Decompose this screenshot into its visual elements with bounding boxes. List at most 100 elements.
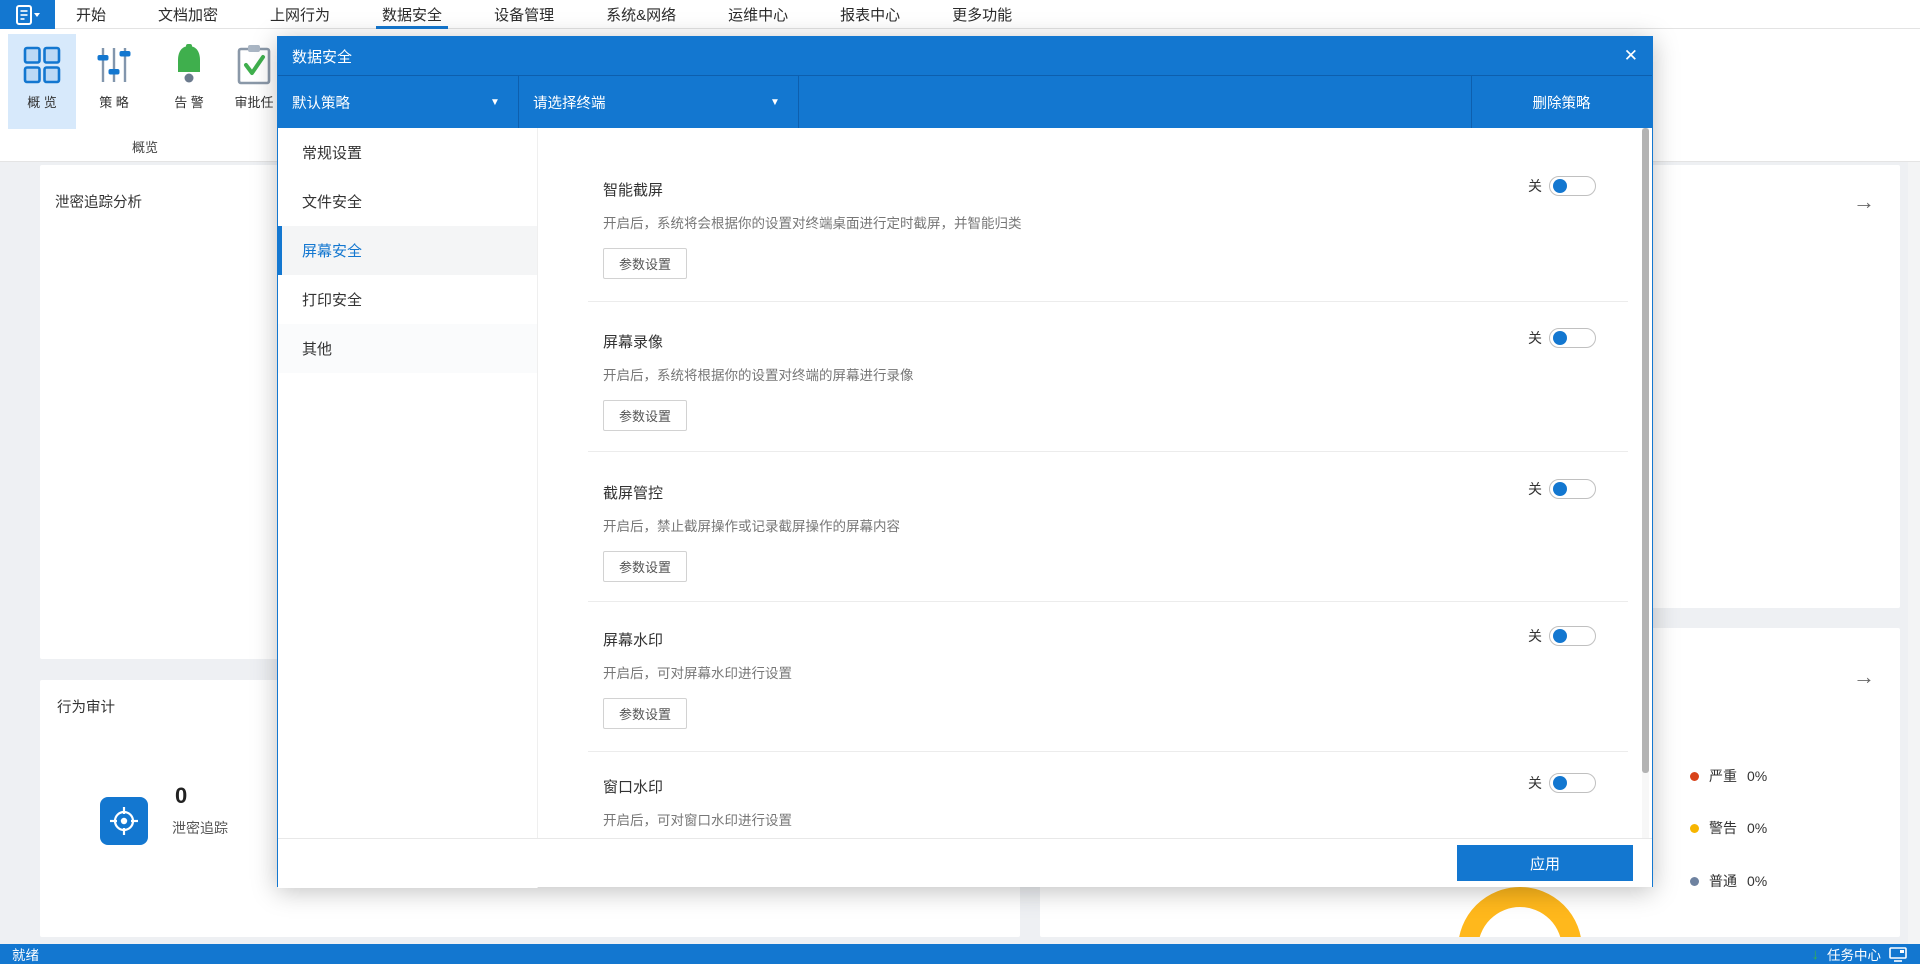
chevron-down-icon: ▼ (770, 97, 780, 108)
scrollbar-thumb[interactable] (1642, 128, 1649, 773)
ribbon-button-alert[interactable]: 告 警 (157, 34, 221, 129)
setting-description: 开启后，可对窗口水印进行设置 (603, 813, 792, 828)
menu-item-start[interactable]: 开始 (70, 0, 112, 29)
window-watermark-toggle[interactable] (1549, 773, 1596, 793)
dialog-footer: 应用 (278, 838, 1652, 887)
ribbon-button-label: 告 警 (174, 95, 204, 110)
legend-label: 警告 (1709, 820, 1737, 836)
toggle-knob (1553, 179, 1567, 193)
arrow-icon[interactable]: → (1853, 191, 1875, 213)
sidebar-item-file-security[interactable]: 文件安全 (278, 177, 537, 226)
setting-description: 开启后，系统将会根据你的设置对终端桌面进行定时截屏，并智能归类 (603, 216, 1022, 231)
toggle-knob (1553, 482, 1567, 496)
setting-description: 开启后，禁止截屏操作或记录截屏操作的屏幕内容 (603, 519, 900, 534)
setting-section-smart-screenshot: 智能截屏 开启后，系统将会根据你的设置对终端桌面进行定时截屏，并智能归类 参数设… (603, 179, 1612, 279)
leak-trace-count-label: 泄密追踪 (172, 820, 228, 836)
section-divider (588, 301, 1628, 302)
toggle-state-label: 关 (1528, 481, 1542, 497)
legend-item-normal: 普通 0% (1690, 871, 1767, 891)
toggle-row: 关 (1528, 626, 1596, 646)
screen-watermark-toggle[interactable] (1549, 626, 1596, 646)
arrow-icon[interactable]: → (1853, 666, 1875, 688)
legend-label: 严重 (1709, 768, 1737, 784)
sidebar-item-other[interactable]: 其他 (278, 324, 537, 373)
menu-item-doc-encrypt[interactable]: 文档加密 (152, 0, 224, 29)
toggle-row: 关 (1528, 479, 1596, 499)
app-window: 开始 文档加密 上网行为 数据安全 设备管理 系统&网络 运维中心 报表中心 更… (0, 0, 1920, 964)
legend-value: 0% (1747, 820, 1768, 836)
setting-section-window-watermark: 窗口水印 开启后，可对窗口水印进行设置 (603, 776, 1612, 829)
ribbon-button-overview[interactable]: 概 览 (8, 34, 76, 129)
dialog-title: 数据安全 (292, 48, 353, 66)
terminal-dropdown-placeholder: 请选择终端 (533, 96, 606, 112)
toggle-state-label: 关 (1528, 178, 1542, 194)
dialog-content: 智能截屏 开启后，系统将会根据你的设置对终端桌面进行定时截屏，并智能归类 参数设… (538, 128, 1652, 838)
status-bar: 就绪 ↓ 任务中心 (0, 944, 1920, 964)
menu-bar: 开始 文档加密 上网行为 数据安全 设备管理 系统&网络 运维中心 报表中心 更… (0, 0, 1920, 29)
toolbar-divider (798, 76, 799, 129)
menu-item-ops-center[interactable]: 运维中心 (722, 0, 794, 29)
data-security-dialog: 数据安全 ✕ 默认策略 ▼ 请选择终端 ▼ 删除策略 常规设置 文件安全 屏幕安… (277, 36, 1653, 888)
leak-trace-target-icon (100, 797, 148, 845)
policy-dropdown-value: 默认策略 (292, 96, 350, 112)
screenshot-control-toggle[interactable] (1549, 479, 1596, 499)
legend-value: 0% (1747, 873, 1768, 889)
severe-dot-icon (1690, 771, 1699, 781)
modal-scrollbar[interactable] (1642, 128, 1649, 838)
screen-recording-toggle[interactable] (1549, 328, 1596, 348)
toggle-row: 关 (1528, 773, 1596, 793)
chevron-down-icon: ▼ (490, 97, 500, 108)
ribbon-button-label: 策 略 (99, 95, 129, 110)
param-settings-button[interactable]: 参数设置 (603, 248, 688, 279)
ribbon-button-label: 审批任 (234, 95, 274, 110)
terminal-dropdown[interactable]: 请选择终端 ▼ (519, 76, 798, 129)
toggle-row: 关 (1528, 328, 1596, 348)
param-settings-button[interactable]: 参数设置 (603, 551, 688, 582)
sidebar-item-general[interactable]: 常规设置 (278, 128, 537, 177)
status-bar-right: ↓ 任务中心 (1812, 944, 1909, 964)
menu-item-web-behavior[interactable]: 上网行为 (264, 0, 336, 29)
param-settings-button[interactable]: 参数设置 (603, 698, 688, 729)
toggle-knob (1553, 629, 1567, 643)
close-icon[interactable]: ✕ (1624, 37, 1638, 75)
ribbon-group-label: 概览 (131, 140, 158, 155)
status-text: 就绪 (12, 948, 39, 963)
setting-description: 开启后，系统将根据你的设置对终端的屏幕进行录像 (603, 368, 914, 383)
app-menu-button[interactable] (0, 0, 55, 29)
dialog-toolbar: 默认策略 ▼ 请选择终端 ▼ 删除策略 (278, 75, 1652, 129)
main-menu: 开始 文档加密 上网行为 数据安全 设备管理 系统&网络 运维中心 报表中心 更… (70, 0, 1018, 29)
download-arrow-icon: ↓ (1811, 945, 1820, 963)
setting-title: 窗口水印 (603, 779, 664, 796)
param-settings-button[interactable]: 参数设置 (603, 400, 688, 431)
smart-screenshot-toggle[interactable] (1549, 176, 1596, 196)
dialog-sidebar: 常规设置 文件安全 屏幕安全 打印安全 其他 (278, 128, 538, 888)
sidebar-item-print-security[interactable]: 打印安全 (278, 275, 537, 324)
toggle-row: 关 (1528, 176, 1596, 196)
apply-button[interactable]: 应用 (1457, 845, 1633, 881)
legend-value: 0% (1747, 768, 1768, 784)
ribbon-button-policy[interactable]: 策 略 (82, 34, 146, 129)
card-title: 泄密追踪分析 (55, 195, 142, 211)
setting-title: 屏幕水印 (603, 632, 664, 649)
menu-item-system-network[interactable]: 系统&网络 (600, 0, 682, 29)
setting-title: 智能截屏 (603, 182, 664, 199)
page-scrollbar[interactable] (1908, 162, 1920, 944)
menu-item-data-security[interactable]: 数据安全 (376, 0, 449, 29)
menu-item-more[interactable]: 更多功能 (946, 0, 1018, 29)
toggle-knob (1553, 331, 1567, 345)
toggle-knob (1553, 776, 1567, 790)
setting-title: 屏幕录像 (603, 334, 664, 351)
menu-item-report-center[interactable]: 报表中心 (834, 0, 906, 29)
ribbon-button-label: 概 览 (27, 95, 57, 110)
policy-dropdown[interactable]: 默认策略 ▼ (278, 76, 518, 129)
setting-section-screen-watermark: 屏幕水印 开启后，可对屏幕水印进行设置 参数设置 (603, 629, 1612, 729)
policy-sliders-icon (96, 43, 132, 87)
alert-bell-icon (169, 43, 209, 87)
delete-policy-button[interactable]: 删除策略 (1471, 76, 1652, 129)
approval-clipboard-icon (235, 43, 273, 87)
donut-chart (1458, 887, 1582, 937)
sidebar-item-screen-security[interactable]: 屏幕安全 (278, 226, 537, 275)
menu-item-device-mgmt[interactable]: 设备管理 (488, 0, 560, 29)
task-center-button[interactable]: 任务中心 (1827, 944, 1881, 964)
monitor-icon[interactable] (1889, 946, 1908, 962)
